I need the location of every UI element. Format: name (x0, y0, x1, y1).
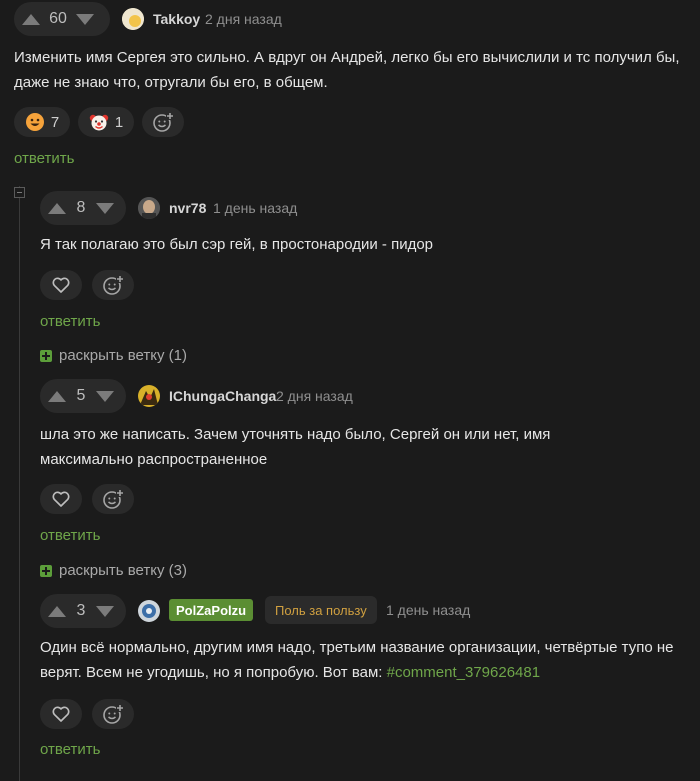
add-emoji-icon (103, 489, 124, 509)
upvote-button[interactable] (40, 594, 74, 628)
username-badge[interactable]: PolZaPolzu (169, 599, 254, 621)
avatar[interactable] (138, 385, 160, 407)
expand-thread-label: раскрыть ветку (3) (59, 562, 187, 579)
upvote-button[interactable] (14, 2, 48, 36)
avatar[interactable] (138, 600, 160, 622)
thread-line (19, 186, 20, 781)
timestamp[interactable]: 2 дня назад (205, 11, 282, 27)
avatar-image (138, 600, 160, 622)
upvote-button[interactable] (40, 191, 74, 225)
vote-widget: 5 (40, 379, 126, 413)
like-button[interactable] (40, 484, 82, 514)
timestamp[interactable]: 1 день назад (213, 200, 297, 216)
avatar[interactable] (122, 8, 144, 30)
avatar-image (138, 385, 160, 407)
comment-text-line: Один всё нормально, другим имя надо, тре… (40, 639, 674, 656)
comment-text-line: верят. Всем не угодишь, но я попробую. В… (40, 664, 387, 681)
downvote-button[interactable] (88, 594, 122, 628)
vote-widget: 3 (40, 594, 126, 628)
add-emoji-icon (103, 275, 124, 295)
comment-text: Я так полагаю это был сэр гей, в простон… (40, 236, 434, 253)
add-reaction-button[interactable] (92, 699, 134, 729)
timestamp[interactable]: 1 день назад (386, 602, 470, 618)
vote-count: 3 (76, 602, 86, 619)
heart-icon (52, 706, 70, 722)
heart-icon (52, 277, 70, 293)
reply-link[interactable]: ответить (40, 527, 100, 544)
heart-icon (52, 491, 70, 507)
clown-face-emoji-icon (89, 114, 109, 131)
add-reaction-button[interactable] (142, 107, 184, 137)
collapse-thread-button[interactable] (14, 187, 25, 198)
reply-link[interactable]: ответить (14, 150, 74, 167)
plus-icon (40, 349, 52, 362)
upvote-button[interactable] (40, 379, 74, 413)
comment-text: шла это же написать. Зачем уточнять надо… (40, 422, 680, 472)
reaction-button[interactable]: 7 (14, 107, 70, 137)
username[interactable]: nvr78 (169, 200, 206, 216)
vote-count: 60 (49, 10, 67, 27)
add-emoji-icon (153, 112, 174, 132)
expand-thread-button[interactable]: раскрыть ветку (1) (40, 347, 187, 364)
like-button[interactable] (40, 270, 82, 300)
expand-thread-button[interactable]: раскрыть ветку (3) (40, 562, 187, 579)
vote-count: 8 (76, 199, 86, 216)
add-reaction-button[interactable] (92, 484, 134, 514)
arrow-up-icon (22, 13, 40, 25)
arrow-up-icon (48, 390, 66, 402)
arrow-up-icon (48, 202, 66, 214)
arrow-up-icon (48, 605, 66, 617)
comment-text: Один всё нормально, другим имя надо, тре… (40, 635, 690, 685)
plus-icon (40, 564, 52, 577)
reaction-button[interactable]: 1 (78, 107, 134, 137)
avatar[interactable] (138, 197, 160, 219)
avatar-image (122, 8, 144, 30)
comment-text-line: максимально распространенное (40, 451, 268, 468)
reaction-count: 7 (50, 113, 60, 131)
like-button[interactable] (40, 699, 82, 729)
vote-count: 5 (76, 387, 86, 404)
arrow-down-icon (76, 13, 94, 25)
expand-thread-label: раскрыть ветку (1) (59, 347, 187, 364)
vote-widget: 8 (40, 191, 126, 225)
arrow-down-icon (96, 605, 114, 617)
username[interactable]: IChungaChanga (169, 388, 276, 404)
arrow-down-icon (96, 202, 114, 214)
comment-text: Изменить имя Сергея это сильно. А вдруг … (14, 49, 680, 91)
grinning-face-emoji-icon (25, 113, 44, 131)
timestamp[interactable]: 2 дня назад (276, 388, 353, 404)
username[interactable]: Takkoy (153, 11, 200, 27)
downvote-button[interactable] (88, 191, 122, 225)
downvote-button[interactable] (68, 2, 102, 36)
comment-anchor-link[interactable]: #comment_379626481 (387, 664, 540, 681)
arrow-down-icon (96, 390, 114, 402)
vote-widget: 60 (14, 2, 110, 36)
reply-link[interactable]: ответить (40, 313, 100, 330)
comment-text-line: шла это же написать. Зачем уточнять надо… (40, 426, 551, 443)
avatar-image (138, 197, 160, 219)
user-status-badge: Поль за пользу (265, 596, 377, 624)
reaction-count: 1 (114, 113, 124, 131)
add-emoji-icon (103, 704, 124, 724)
add-reaction-button[interactable] (92, 270, 134, 300)
reply-link[interactable]: ответить (40, 741, 100, 758)
downvote-button[interactable] (88, 379, 122, 413)
